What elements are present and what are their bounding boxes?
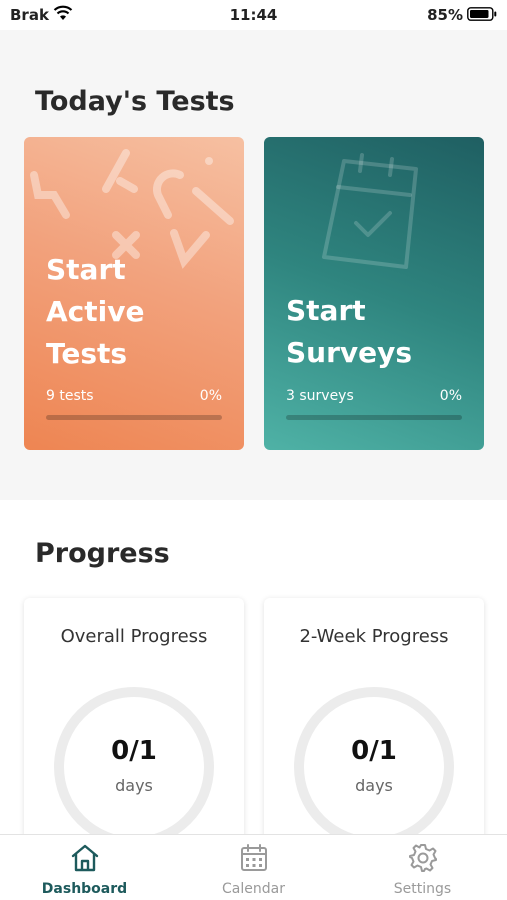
todays-tests-title: Today's Tests bbox=[35, 86, 235, 117]
battery-percent: 85% bbox=[427, 6, 463, 24]
home-icon bbox=[71, 844, 99, 872]
surveys-percent: 0% bbox=[439, 388, 462, 404]
progress-section: Progress Overall Progress 0/1 days 2-Wee… bbox=[0, 500, 507, 858]
two-week-progress-ring bbox=[294, 687, 454, 847]
clipboard-check-icon bbox=[322, 153, 418, 269]
start-active-tests-card[interactable]: Start Active Tests 9 tests 0% bbox=[24, 137, 244, 450]
overall-progress-ring bbox=[54, 687, 214, 847]
calendar-icon bbox=[241, 844, 267, 871]
tab-bar: Dashboard Calendar Settings bbox=[0, 834, 507, 900]
overall-progress-title: Overall Progress bbox=[60, 626, 208, 647]
tab-settings-label: Settings bbox=[393, 881, 452, 897]
progress-title: Progress bbox=[35, 538, 170, 569]
dashboard-screen: Brak 11:44 85% Today's Tests Start Activ… bbox=[0, 0, 507, 900]
surveys-title: Start Surveys bbox=[286, 294, 413, 369]
overall-progress-card[interactable]: Overall Progress 0/1 days bbox=[24, 598, 244, 858]
active-tests-title: Start Active Tests bbox=[46, 253, 145, 370]
active-tests-progress-bar bbox=[46, 415, 222, 420]
tab-calendar-label: Calendar bbox=[222, 881, 285, 897]
surveys-count: 3 surveys bbox=[286, 388, 354, 404]
active-tests-count: 9 tests bbox=[46, 388, 94, 404]
two-week-progress-value: 0/1 bbox=[351, 736, 397, 766]
two-week-progress-card[interactable]: 2-Week Progress 0/1 days bbox=[264, 598, 484, 858]
surveys-progress-bar bbox=[286, 415, 462, 420]
overall-progress-value: 0/1 bbox=[111, 736, 157, 766]
status-bar: Brak 11:44 85% bbox=[0, 0, 507, 30]
two-week-progress-title: 2-Week Progress bbox=[299, 626, 449, 647]
gear-icon bbox=[409, 844, 437, 872]
todays-tests-section: Today's Tests Start Active Tests 9 tests… bbox=[0, 30, 507, 500]
start-surveys-card[interactable]: Start Surveys 3 surveys 0% bbox=[264, 137, 484, 450]
battery-icon bbox=[467, 7, 497, 21]
tab-dashboard-label: Dashboard bbox=[41, 881, 128, 897]
overall-progress-unit: days bbox=[115, 776, 153, 795]
tab-dashboard[interactable]: Dashboard bbox=[0, 835, 169, 900]
active-tests-percent: 0% bbox=[199, 388, 222, 404]
tab-calendar[interactable]: Calendar bbox=[169, 835, 338, 900]
tab-settings[interactable]: Settings bbox=[338, 835, 507, 900]
two-week-progress-unit: days bbox=[355, 776, 393, 795]
